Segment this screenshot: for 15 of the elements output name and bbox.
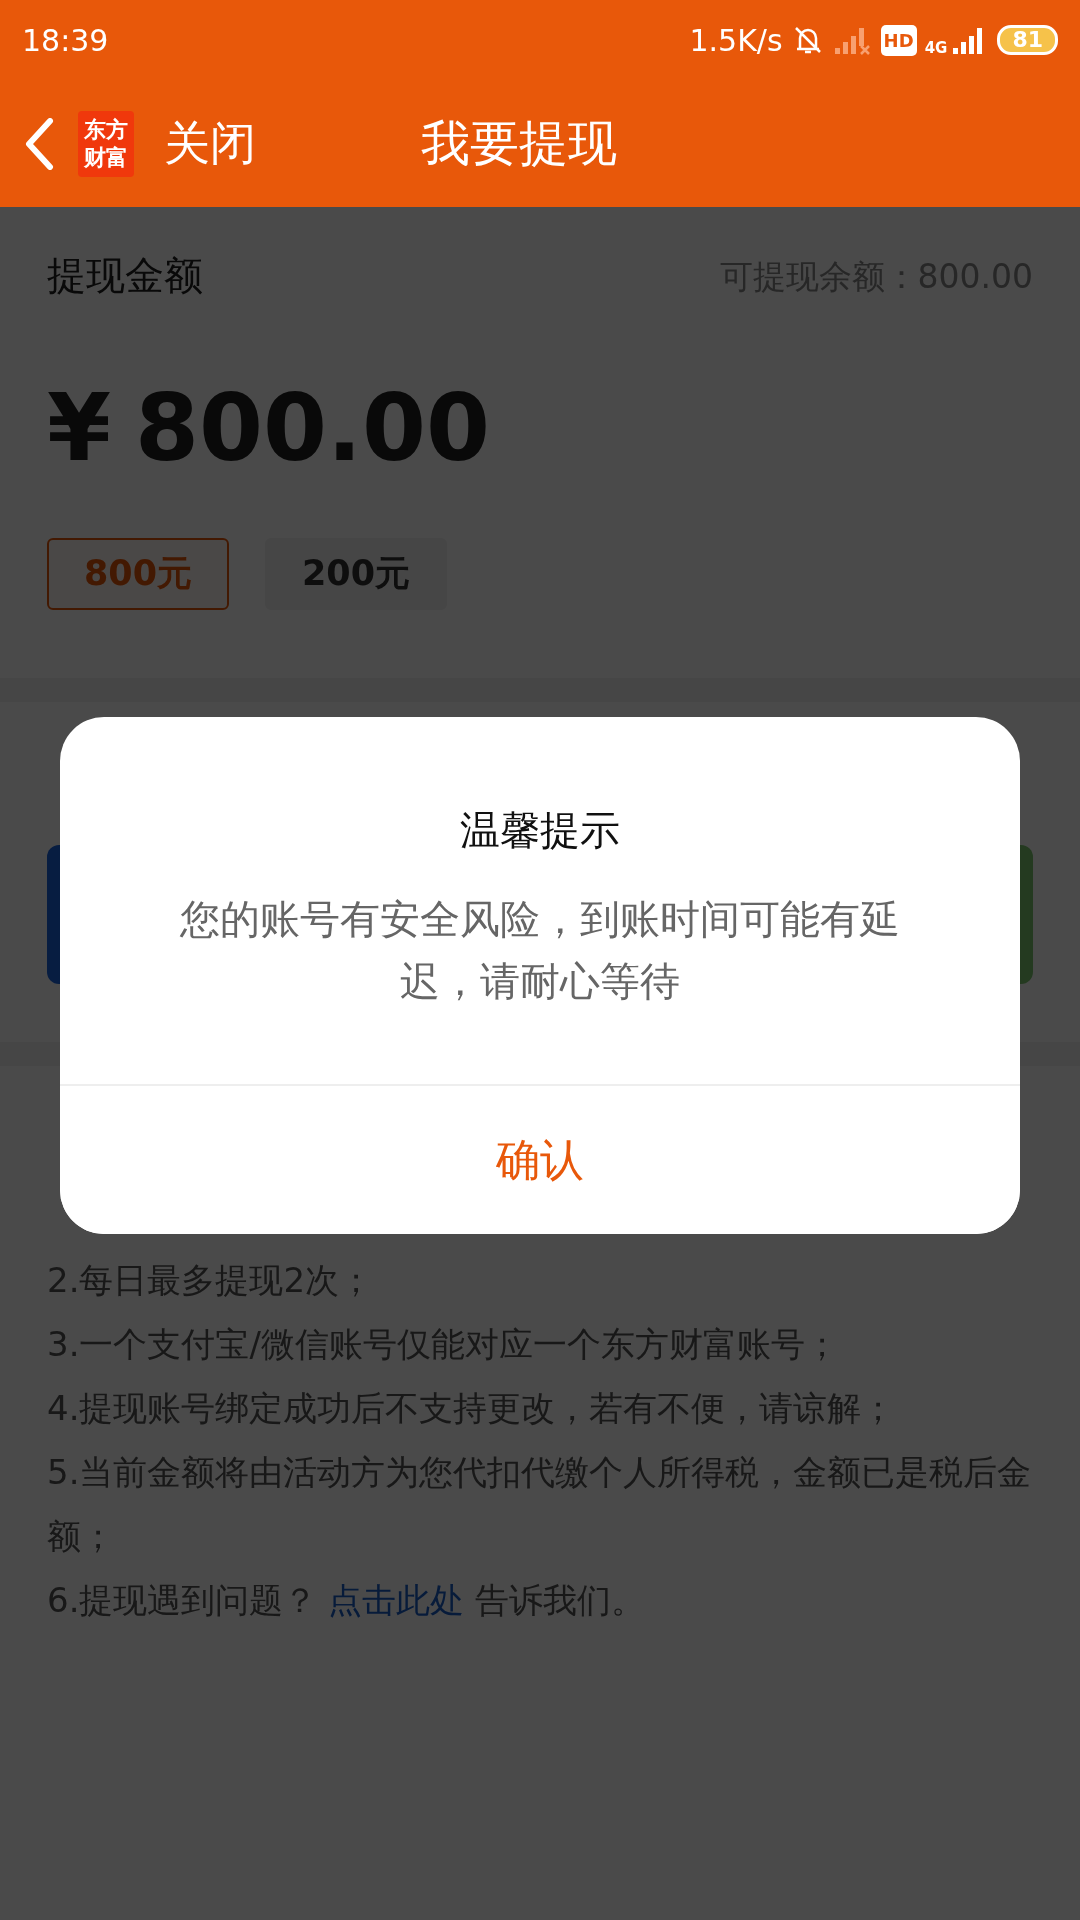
amount-value: 800.00	[135, 373, 491, 484]
back-icon[interactable]	[24, 117, 54, 170]
network-speed: 1.5K/s	[689, 21, 783, 60]
close-link[interactable]: 关闭	[164, 109, 256, 178]
dialog-title: 温馨提示	[459, 806, 621, 855]
confirm-button[interactable]: 确认	[60, 1084, 1020, 1234]
currency-symbol: ¥	[47, 373, 111, 484]
battery-level: 81	[997, 24, 1058, 56]
page-title: 我要提现	[421, 113, 617, 174]
dialog-message: 您的账号有安全风险，到账时间可能有延迟，请耐心等待	[179, 895, 901, 1006]
amount-label: 提现金额	[47, 252, 203, 300]
app-logo: 东方 财富	[78, 110, 134, 177]
network-type: 4G	[924, 41, 948, 56]
status-time: 18:39	[22, 21, 109, 60]
hd-badge: HD	[880, 24, 917, 56]
